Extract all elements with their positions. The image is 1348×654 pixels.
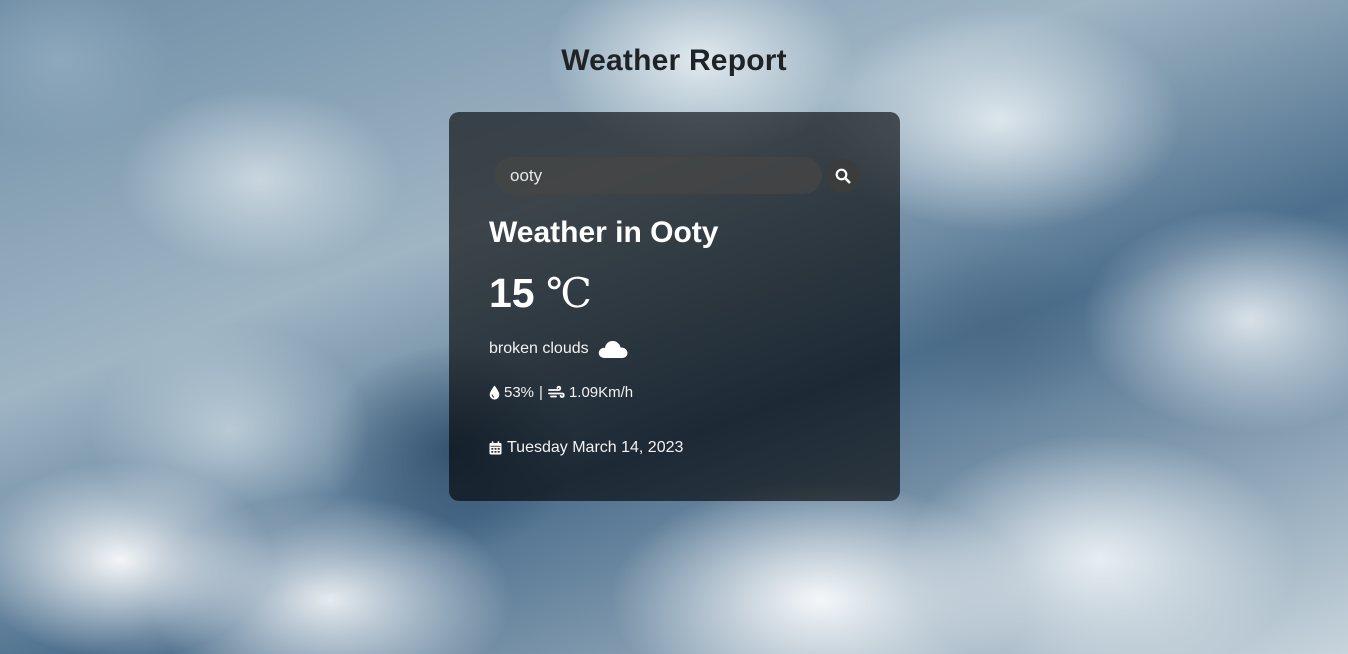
wind-speed-value: 1.09Km/h [568, 383, 634, 401]
calendar-icon [489, 441, 502, 455]
droplet-icon [489, 385, 500, 399]
temperature-unit: ℃ [546, 269, 592, 317]
page-title: Weather Report [561, 44, 787, 77]
weather-page: Weather Report Weather in Ooty 15 ℃ brok… [0, 0, 1348, 654]
weather-description: broken clouds [489, 340, 589, 357]
search-input[interactable] [494, 157, 822, 194]
stats-separator: | [539, 383, 543, 401]
search-bar [494, 157, 860, 194]
date-row: Tuesday March 14, 2023 [489, 438, 683, 458]
cloud-icon [598, 340, 628, 358]
city-heading: Weather in Ooty [489, 216, 719, 249]
temperature-display: 15 ℃ [489, 269, 592, 317]
condition-row: broken clouds [489, 336, 629, 362]
temperature-value: 15 [489, 270, 535, 316]
stats-row: 53% | 1.09Km/h [489, 382, 633, 402]
humidity-value: 53% [504, 383, 535, 401]
search-icon [835, 168, 851, 184]
weather-card: Weather in Ooty 15 ℃ broken clouds 53% | [449, 112, 900, 501]
search-button[interactable] [826, 159, 860, 193]
wind-icon [548, 385, 565, 398]
date-value: Tuesday March 14, 2023 [507, 439, 684, 456]
